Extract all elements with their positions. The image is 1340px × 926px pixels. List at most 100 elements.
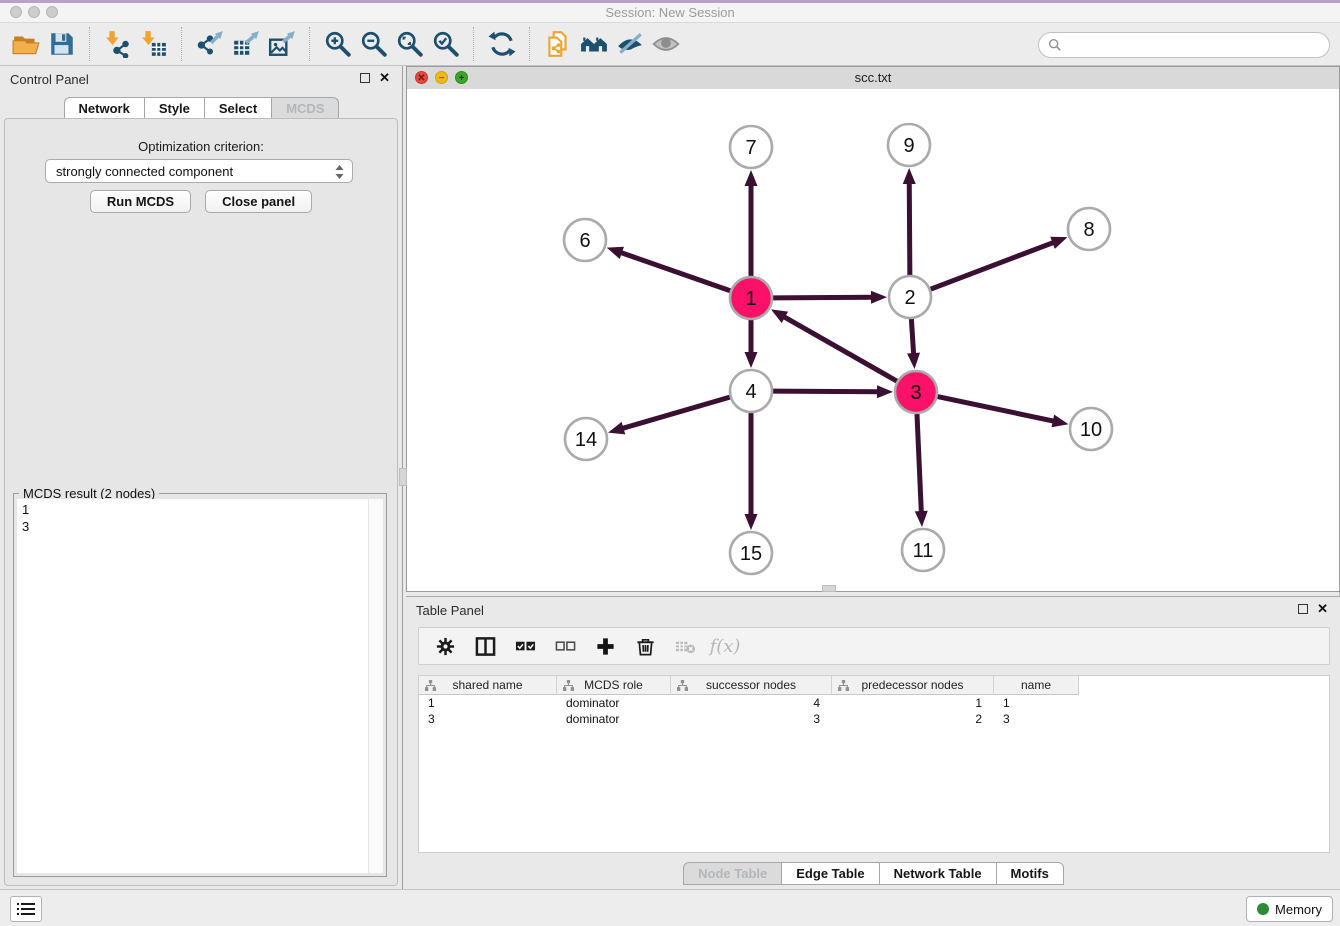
splitter-grip-horizontal[interactable]	[822, 585, 836, 592]
column-type-icon	[677, 680, 688, 694]
zoom-fit-icon[interactable]	[392, 26, 428, 62]
graph-node-label: 1	[745, 288, 756, 310]
optimization-dropdown-value: strongly connected component	[56, 164, 233, 179]
column-header-MCDS-role[interactable]: MCDS role	[557, 676, 671, 695]
graph-edge-3-11[interactable]	[917, 414, 921, 514]
float-table-panel-icon[interactable]	[1298, 604, 1308, 614]
deselect-all-icon[interactable]	[553, 634, 577, 658]
import-table-icon[interactable]	[136, 26, 172, 62]
network-canvas[interactable]: 7968124314101511	[407, 89, 1339, 591]
close-panel-button[interactable]: Close panel	[205, 190, 312, 213]
float-panel-icon[interactable]	[360, 73, 370, 83]
search-input[interactable]	[1067, 37, 1329, 54]
column-header-predecessor-nodes[interactable]: predecessor nodes	[832, 676, 994, 695]
table-cell: 2	[832, 711, 994, 727]
graph-edge-arrow	[745, 352, 758, 368]
memory-status-icon	[1257, 903, 1269, 915]
settings-icon[interactable]	[433, 634, 457, 658]
graph-node-label: 3	[910, 382, 921, 404]
tab-motifs[interactable]: Motifs	[996, 862, 1064, 885]
graph-node-label: 7	[745, 137, 756, 159]
main-toolbar	[0, 23, 1340, 66]
table-cell: 1	[994, 695, 1079, 711]
toolbar-separator	[473, 27, 475, 61]
column-header-shared-name[interactable]: shared name	[419, 676, 557, 695]
task-history-button[interactable]	[10, 896, 42, 922]
columns-icon[interactable]	[473, 634, 497, 658]
table-row[interactable]: 3dominator323	[419, 711, 1329, 727]
chevron-updown-icon	[334, 163, 345, 184]
table-cell: dominator	[557, 711, 671, 727]
hide-graphics-details-icon[interactable]	[612, 26, 648, 62]
tab-edge-table[interactable]: Edge Table	[781, 862, 879, 885]
tab-mcds[interactable]: MCDS	[271, 97, 339, 120]
graph-edge-arrow	[915, 511, 928, 527]
tab-network[interactable]: Network	[64, 97, 145, 120]
column-label: name	[1021, 678, 1051, 692]
houses-icon[interactable]	[576, 26, 612, 62]
function-builder-icon: f(x)	[713, 634, 737, 658]
splitter-grip-vertical[interactable]	[399, 468, 407, 486]
table-cell: 1	[832, 695, 994, 711]
column-type-icon	[563, 680, 574, 694]
graph-edge-3-1[interactable]	[782, 316, 897, 381]
mcds-result-textarea[interactable]: 13	[17, 499, 383, 873]
add-row-icon[interactable]	[593, 634, 617, 658]
graph-edge-arrow	[871, 291, 887, 304]
tab-network-table[interactable]: Network Table	[879, 862, 997, 885]
graph-edge-4-3[interactable]	[773, 391, 880, 392]
import-network-icon[interactable]	[100, 26, 136, 62]
export-table-icon[interactable]	[228, 26, 264, 62]
table-row[interactable]: 1dominator411	[419, 695, 1329, 711]
optimization-dropdown[interactable]: strongly connected component	[45, 159, 353, 183]
toolbar-separator	[309, 27, 311, 61]
mcds-result-groupbox: MCDS result (2 nodes) 13	[13, 493, 387, 877]
graph-edge-3-10[interactable]	[938, 397, 1056, 422]
table-panel-title: Table Panel	[416, 603, 484, 618]
result-scrollbar[interactable]	[368, 499, 383, 873]
export-network-icon[interactable]	[192, 26, 228, 62]
zoom-selected-icon[interactable]	[428, 26, 464, 62]
graph-edge-2-9[interactable]	[909, 181, 910, 275]
column-label: successor nodes	[706, 678, 796, 692]
export-image-icon[interactable]	[264, 26, 300, 62]
network-graph[interactable]: 7968124314101511	[407, 89, 1339, 591]
open-session-icon[interactable]	[8, 26, 44, 62]
copy-network-icon[interactable]	[540, 26, 576, 62]
refresh-icon[interactable]	[484, 26, 520, 62]
zoom-out-icon[interactable]	[356, 26, 392, 62]
close-panel-icon[interactable]: ✕	[379, 73, 390, 83]
result-line: 1	[22, 501, 29, 518]
graph-node-label: 8	[1083, 219, 1094, 241]
tab-select[interactable]: Select	[204, 97, 272, 120]
memory-button[interactable]: Memory	[1246, 896, 1333, 922]
tab-node-table[interactable]: Node Table	[683, 862, 782, 885]
graph-edge-1-6[interactable]	[619, 252, 730, 291]
save-session-icon[interactable]	[44, 26, 80, 62]
table-panel: Table Panel ✕ f(x) shared name MCDS role s…	[406, 596, 1340, 890]
show-graphics-details-icon[interactable]	[648, 26, 684, 62]
network-window-titlebar[interactable]: ✕ − + scc.txt	[407, 67, 1339, 90]
graph-edge-arrow	[877, 385, 893, 398]
tab-style[interactable]: Style	[144, 97, 205, 120]
graph-edge-2-3[interactable]	[911, 319, 913, 356]
graph-node-label: 11	[913, 540, 934, 562]
graph-edge-arrow	[608, 422, 625, 434]
select-all-icon[interactable]	[513, 634, 537, 658]
network-window-title: scc.txt	[407, 70, 1339, 85]
search-box[interactable]	[1038, 32, 1330, 58]
zoom-in-icon[interactable]	[320, 26, 356, 62]
graph-node-label: 10	[1080, 419, 1102, 441]
graph-edge-4-14[interactable]	[621, 397, 730, 429]
graph-edge-2-8[interactable]	[931, 242, 1056, 289]
run-mcds-button[interactable]: Run MCDS	[90, 190, 191, 213]
graph-node-label: 9	[903, 135, 914, 157]
close-table-panel-icon[interactable]: ✕	[1317, 604, 1328, 614]
column-label: shared name	[452, 678, 522, 692]
table-cell: 1	[419, 695, 557, 711]
delete-row-icon[interactable]	[633, 634, 657, 658]
toolbar-separator	[89, 27, 91, 61]
column-header-name[interactable]: name	[994, 676, 1079, 695]
column-header-successor-nodes[interactable]: successor nodes	[671, 676, 832, 695]
graph-edge-1-2[interactable]	[773, 297, 874, 298]
